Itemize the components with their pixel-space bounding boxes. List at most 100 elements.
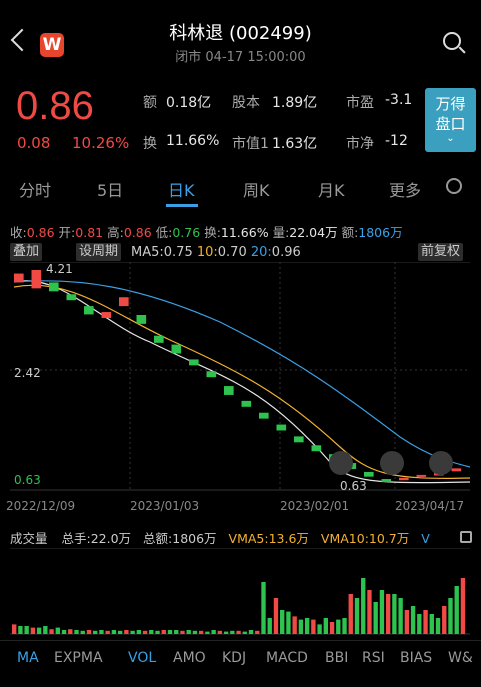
volume-bar <box>267 618 272 634</box>
volume-label: 量: <box>272 225 290 240</box>
volume-bar <box>261 582 266 634</box>
volume-bar <box>354 598 360 634</box>
volume-bar <box>273 598 279 634</box>
tab-weekly-k[interactable]: 周K <box>243 177 270 201</box>
volume-bar <box>167 630 173 634</box>
wind-orderbook-button[interactable]: 万得 盘口 ⌄ <box>425 88 476 152</box>
candle <box>136 315 147 324</box>
indicator-vol[interactable]: VOL <box>128 650 156 666</box>
volume-bar <box>236 630 241 634</box>
volume-bars-group <box>12 578 466 634</box>
close-label: 收: <box>10 225 27 240</box>
indicator-macd[interactable]: MACD <box>266 650 308 666</box>
adjust-button[interactable]: 前复权 <box>418 243 464 261</box>
volume-bar <box>292 616 297 634</box>
volume-bar <box>136 630 142 634</box>
stat-value: 1.89亿 <box>272 95 318 111</box>
stat-value: 1.63亿 <box>272 136 318 152</box>
indicator-ma[interactable]: MA <box>17 650 39 666</box>
top-nav: W 科林退 (002499) 闭市 04-17 15:00:00 <box>0 0 481 78</box>
volume-bar <box>329 622 335 634</box>
volume-value: 22.04万 <box>289 225 338 240</box>
volume-bar <box>198 630 204 634</box>
indicator-kdj[interactable]: KDJ <box>222 650 246 666</box>
volume-bar <box>348 594 353 634</box>
volume-bar <box>342 618 347 634</box>
fullscreen-icon[interactable] <box>429 451 453 475</box>
x-axis-label: 2023/02/01 <box>280 499 349 512</box>
high-value: 0.86 <box>123 225 152 240</box>
volume-info-bar: 成交量 总手:22.0万 总额:1806万 VMA5:13.6万 VMA10:1… <box>0 528 481 547</box>
candle <box>416 474 427 477</box>
volume-bar <box>68 629 73 634</box>
candle <box>399 477 409 481</box>
volume-bar <box>86 630 92 634</box>
total-amount: 总额:1806万 <box>143 531 217 546</box>
stat-label: 市净 <box>346 136 374 152</box>
tab-timeshare[interactable]: 分时 <box>19 177 51 201</box>
volume-bar <box>18 626 23 634</box>
ma5-value: 0.75 <box>163 245 193 260</box>
indicator-expma[interactable]: EXPMA <box>54 650 103 666</box>
close-value: 0.86 <box>26 225 55 240</box>
volume-bar <box>80 630 85 634</box>
volume-bar <box>36 627 42 634</box>
ma20-label: 20: <box>250 245 272 260</box>
volume-bar <box>74 630 79 634</box>
expand-icon[interactable] <box>460 531 472 543</box>
tab-more[interactable]: 更多 <box>389 177 421 201</box>
indicator-rsi[interactable]: RSI <box>362 650 385 666</box>
gear-icon[interactable] <box>446 178 462 194</box>
candle <box>241 400 252 407</box>
tab-daily-k[interactable]: 日K <box>168 177 195 201</box>
volume-bar <box>454 586 459 634</box>
open-value: 0.81 <box>75 225 104 240</box>
tab-5day[interactable]: 5日 <box>97 177 123 201</box>
amount-value: 1806万 <box>358 225 403 240</box>
zoom-in-icon[interactable] <box>329 451 353 475</box>
volume-bar <box>99 630 104 634</box>
volume-bar <box>361 578 366 634</box>
ma20-value: 0.96 <box>271 245 301 260</box>
candle <box>84 306 94 315</box>
indicator-wr[interactable]: W& <box>448 650 473 666</box>
tab-monthly-k[interactable]: 月K <box>318 177 345 201</box>
divider <box>0 640 481 641</box>
candle <box>364 471 374 477</box>
zoom-out-icon[interactable] <box>380 451 404 475</box>
candle <box>451 468 462 472</box>
candle <box>14 273 24 283</box>
volume-bar <box>230 630 235 634</box>
set-period-button[interactable]: 设周期 <box>76 243 122 261</box>
search-icon[interactable] <box>443 32 461 50</box>
volume-bar <box>417 614 422 634</box>
ma10-value: 0.70 <box>217 245 247 260</box>
indicator-bias[interactable]: BIAS <box>400 650 432 666</box>
kline-chart[interactable]: 2.42 0.63 4.21 0.63 2022/12/09 2023/01/0… <box>0 262 481 512</box>
indicator-bbi[interactable]: BBI <box>325 650 348 666</box>
indicator-amo[interactable]: AMO <box>173 650 206 666</box>
candle <box>224 386 234 395</box>
volume-bar <box>304 618 310 634</box>
price-change: 0.08 <box>17 134 51 152</box>
overlay-button[interactable]: 叠加 <box>10 243 43 261</box>
candle <box>49 282 59 292</box>
amount-label: 额: <box>341 225 359 240</box>
volume-bar <box>205 631 210 634</box>
vma10: VMA10:10.7万 <box>320 531 410 546</box>
ma20-line <box>13 280 471 468</box>
volume-bar <box>130 630 135 634</box>
volume-bar <box>43 626 48 634</box>
volume-bar <box>323 618 329 634</box>
volume-chart[interactable] <box>0 548 481 638</box>
y-axis-label: 2.42 <box>14 366 41 380</box>
vma5: VMA5:13.6万 <box>228 531 309 546</box>
candle <box>381 479 392 482</box>
max-price-label: 4.21 <box>46 262 73 276</box>
stat-label: 换 <box>143 136 157 152</box>
y-axis-label: 0.63 <box>14 473 41 487</box>
volume-bar <box>192 630 198 634</box>
stat-value: 0.18亿 <box>166 95 212 111</box>
volume-bar <box>242 631 247 634</box>
volume-bar <box>30 627 36 634</box>
